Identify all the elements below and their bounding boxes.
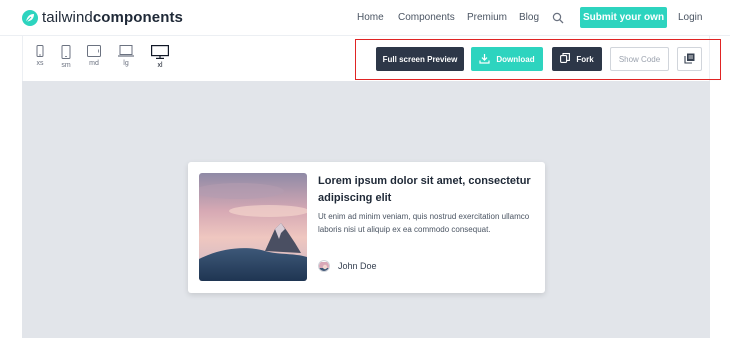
laptop-icon	[114, 45, 138, 57]
phone-small-icon	[28, 45, 52, 57]
device-lg-label: lg	[123, 60, 129, 67]
search-icon[interactable]	[552, 11, 564, 24]
full-screen-preview-button[interactable]: Full screen Preview	[376, 47, 464, 71]
copy-icon	[684, 53, 695, 66]
nav-components[interactable]: Components	[398, 12, 455, 23]
brand-name: tailwindcomponents	[42, 9, 184, 26]
card-image	[199, 173, 307, 281]
phone-icon	[54, 45, 78, 59]
author-name: John Doe	[338, 261, 377, 271]
fork-icon	[560, 53, 576, 65]
device-xl[interactable]: xl	[148, 45, 172, 69]
download-button[interactable]: Download	[471, 47, 543, 71]
nav-premium[interactable]: Premium	[467, 12, 507, 23]
device-lg[interactable]: lg	[114, 45, 138, 67]
fork-button[interactable]: Fork	[552, 47, 602, 71]
device-md[interactable]: md	[82, 45, 106, 67]
leaf-icon	[22, 9, 38, 26]
fork-label: Fork	[576, 54, 594, 64]
nav-login[interactable]: Login	[678, 12, 702, 23]
device-xs[interactable]: xs	[28, 45, 52, 67]
submit-your-own-button[interactable]: Submit your own	[580, 7, 667, 28]
card-title[interactable]: Lorem ipsum dolor sit amet, consectetur …	[318, 173, 534, 207]
show-code-button[interactable]: Show Code	[610, 47, 669, 71]
avatar	[318, 260, 330, 272]
blog-card: Lorem ipsum dolor sit amet, consectetur …	[188, 162, 545, 293]
brand-logo[interactable]: tailwindcomponents	[22, 9, 183, 26]
nav-home[interactable]: Home	[357, 12, 384, 23]
top-navbar: tailwindcomponents Home Components Premi…	[0, 0, 730, 36]
download-label: Download	[496, 54, 535, 64]
nav-blog[interactable]: Blog	[519, 12, 539, 23]
tablet-icon	[82, 45, 106, 57]
copy-button[interactable]	[677, 47, 702, 71]
device-sm[interactable]: sm	[54, 45, 78, 69]
desktop-icon	[148, 45, 172, 59]
device-md-label: md	[89, 60, 99, 67]
card-author: John Doe	[318, 260, 377, 272]
device-xl-label: xl	[157, 62, 163, 69]
device-xs-label: xs	[36, 60, 44, 67]
device-sm-label: sm	[61, 62, 71, 69]
card-description: Ut enim ad minim veniam, quis nostrud ex…	[318, 212, 530, 234]
download-icon	[479, 53, 496, 66]
